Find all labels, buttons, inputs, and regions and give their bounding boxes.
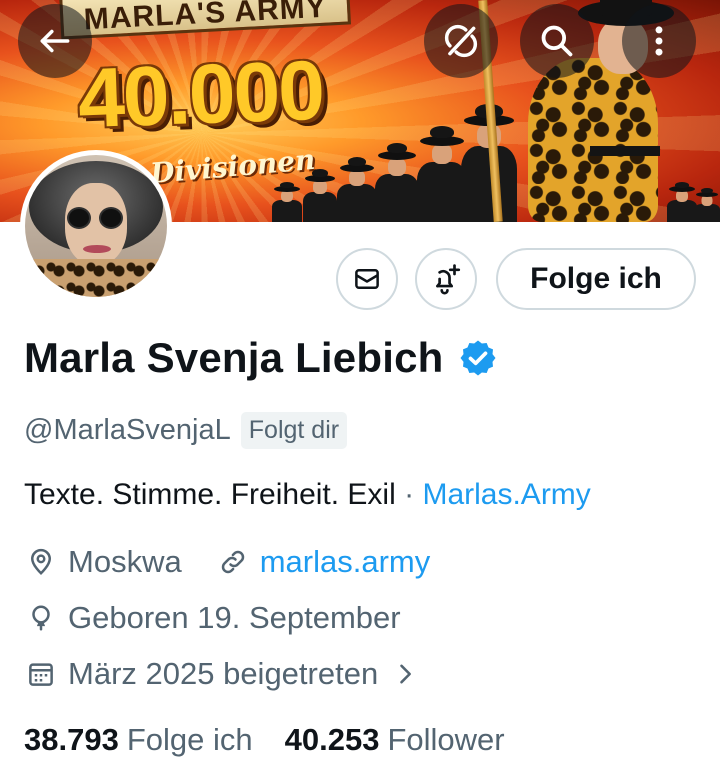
following-label: Folge ich [126,722,253,757]
banner-headline: 40.000 [76,42,325,146]
banner-leader-belt [590,146,660,156]
following-count: 38.793 [24,722,119,757]
joined-row[interactable]: März 2025 beigetreten [24,656,422,692]
website-link[interactable]: marlas.army [260,544,431,580]
search-button[interactable] [520,4,594,78]
followers-stat[interactable]: 40.253 Follower [285,722,505,758]
arrow-left-icon [40,29,70,53]
chevron-right-icon [388,657,422,691]
handle: @MarlaSvenjaL [24,414,231,446]
location-pin-icon [24,545,58,579]
followers-count: 40.253 [284,722,380,757]
following-stat[interactable]: 38.793 Folge ich [24,722,253,758]
birthday-row: Geboren 19. September [24,600,401,636]
bio-link[interactable]: Marlas.Army [422,478,590,511]
followers-label: Follower [387,722,505,757]
location-text: Moskwa [68,544,182,579]
following-button[interactable]: Folge ich [496,248,696,310]
location-website-row: Moskwa marlas.army [24,544,430,580]
display-name: Marla Svenja Liebich [24,334,444,381]
search-icon [541,25,573,57]
banner-figure [692,188,720,222]
notifications-button[interactable] [415,248,477,310]
mail-icon [355,269,379,289]
bio-text: Texte. Stimme. Freiheit. Exil [24,478,396,511]
profile-avatar[interactable] [20,150,172,302]
banner-figure [270,182,304,222]
link-icon [216,545,250,579]
verified-badge-icon[interactable] [458,338,498,378]
joined-text: März 2025 beigetreten [68,656,379,691]
bell-plus-icon [436,264,461,295]
balloon-icon [24,601,58,635]
follows-you-badge: Folgt dir [240,412,348,449]
bio: Texte. Stimme. Freiheit. Exil · Marlas.A… [24,478,591,512]
back-button[interactable] [18,4,92,78]
more-vertical-icon [655,26,663,56]
calendar-icon [24,657,58,691]
name-row: Marla Svenja Liebich [24,334,498,382]
repost-off-icon [444,24,478,58]
message-button[interactable] [336,248,398,310]
birthday-text: Geboren 19. September [68,600,401,635]
bio-separator: · [404,478,415,511]
repost-toggle-button[interactable] [424,4,498,78]
follow-stats: 38.793 Folge ich 40.253 Follower [24,722,505,758]
handle-row: @MarlaSvenjaL Folgt dir [24,412,348,449]
more-options-button[interactable] [622,4,696,78]
banner-leader [528,58,658,222]
avatar-image [25,155,167,297]
